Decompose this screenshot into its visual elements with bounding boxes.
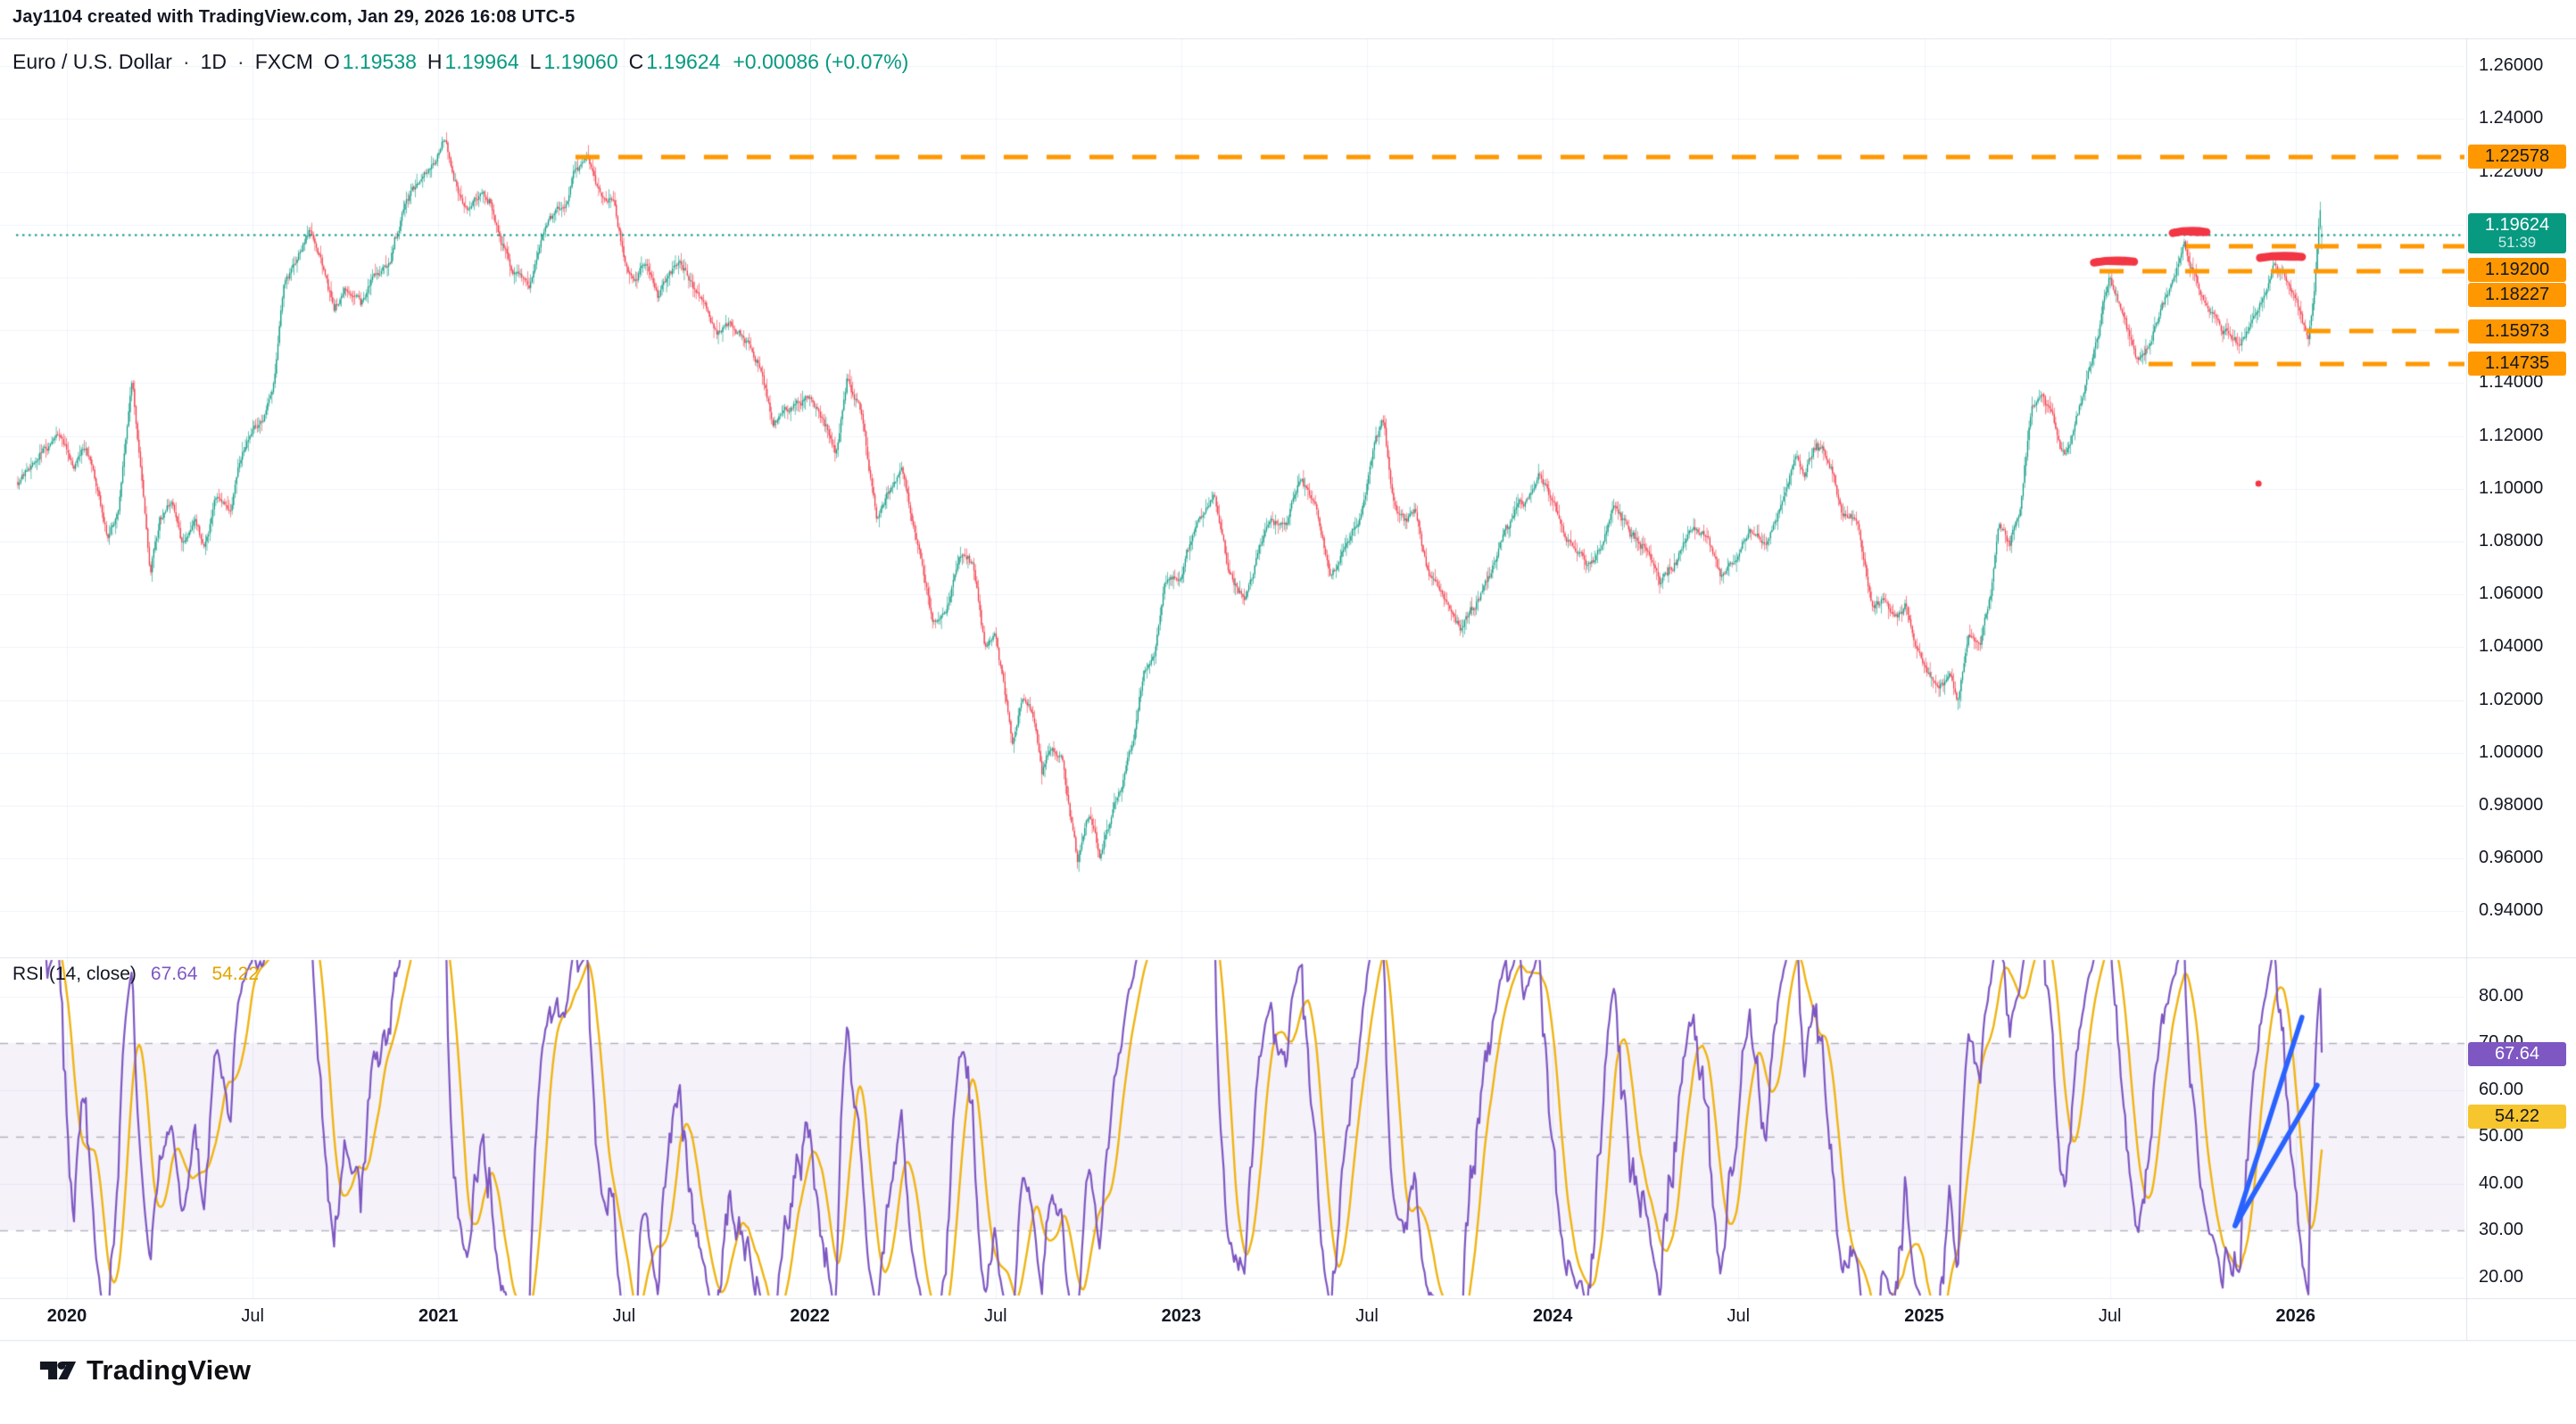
price-tick-label: 0.98000 [2479,795,2543,815]
rsi-tick-label: 20.00 [2479,1267,2523,1287]
chart-canvas[interactable] [0,0,2576,1424]
tradingview-wordmark: TradingView [87,1354,251,1387]
chart-legend: Euro / U.S. Dollar · 1D · FXCM O 1.19538… [12,50,908,74]
badge-price: 1.19200 [2468,258,2566,282]
close-letter: C [629,50,644,74]
rsi-title[interactable]: RSI (14, close) [12,964,137,985]
close-number: 1.19624 [646,50,720,74]
price-level-badge: 1.15973 [2468,319,2566,344]
time-axis-label: 2022 [790,1306,830,1327]
price-tick-label: 1.06000 [2479,584,2543,604]
low-number: 1.19060 [543,50,617,74]
low-letter: L [530,50,542,74]
price-tick-label: 1.26000 [2479,55,2543,76]
price-tick-label: 1.10000 [2479,478,2543,499]
time-axis-label: Jul [2099,1306,2122,1327]
attribution-text: Jay1104 created with TradingView.com, Ja… [12,7,576,28]
rsi-legend: RSI (14, close) 67.64 54.22 [12,964,259,985]
rsi-value-badge: 54.22 [2468,1105,2566,1129]
interval-label[interactable]: 1D [201,50,227,74]
price-level-badge: 1.19200 [2468,258,2566,282]
price-tick-label: 1.04000 [2479,636,2543,657]
time-axis-label: 2025 [1904,1306,1944,1327]
badge-price: 1.22578 [2468,145,2566,169]
open-letter: O [324,50,340,74]
time-axis-label: 2021 [418,1306,459,1327]
time-axis-label: Jul [241,1306,264,1327]
time-axis-label: Jul [984,1306,1007,1327]
time-axis-label: Jul [1727,1306,1751,1327]
legend-separator: · [183,50,190,74]
price-tick-label: 1.24000 [2479,108,2543,128]
rsi-tick-label: 80.00 [2479,986,2523,1006]
time-axis-label: 2024 [1533,1306,1573,1327]
price-tick-label: 1.12000 [2479,426,2543,446]
open-value: O 1.19538 [324,50,417,74]
rsi-value: 67.64 [151,964,198,985]
price-tick-label: 0.94000 [2479,900,2543,921]
tradingview-logo-icon [39,1357,77,1384]
symbol-title[interactable]: Euro / U.S. Dollar [12,50,172,74]
badge-price: 1.14735 [2468,352,2566,376]
price-tick-label: 0.96000 [2479,848,2543,868]
price-tick-label: 1.00000 [2479,742,2543,763]
price-tick-label: 1.02000 [2479,690,2543,710]
current-price-badge: 1.1962451:39 [2468,213,2566,253]
open-number: 1.19538 [343,50,417,74]
time-axis-label: 2026 [2276,1306,2316,1327]
high-number: 1.19964 [445,50,519,74]
rsi-value-badge: 67.64 [2468,1042,2566,1066]
rsi-tick-label: 40.00 [2479,1173,2523,1194]
price-level-badge: 1.22578 [2468,145,2566,169]
price-tick-label: 1.08000 [2479,531,2543,551]
price-level-badge: 1.14735 [2468,352,2566,376]
time-axis-label: Jul [613,1306,636,1327]
legend-separator: · [237,50,244,74]
rsi-tick-label: 50.00 [2479,1126,2523,1147]
time-axis-label: Jul [1355,1306,1379,1327]
change-value: +0.00086 (+0.07%) [733,50,908,74]
price-level-badge: 1.18227 [2468,283,2566,307]
tradingview-chart-screenshot: Jay1104 created with TradingView.com, Ja… [0,0,2576,1424]
tradingview-logo[interactable]: TradingView [39,1354,251,1387]
exchange-label: FXCM [255,50,313,74]
high-letter: H [427,50,443,74]
rsi-ma-value: 54.22 [211,964,259,985]
rsi-tick-label: 60.00 [2479,1080,2523,1100]
high-value: H 1.19964 [427,50,519,74]
close-value: C 1.19624 [629,50,721,74]
low-value: L 1.19060 [530,50,618,74]
time-axis-label: 2023 [1162,1306,1202,1327]
rsi-tick-label: 30.00 [2479,1220,2523,1240]
time-axis-label: 2020 [47,1306,87,1327]
badge-price: 1.15973 [2468,319,2566,344]
badge-price: 1.18227 [2468,283,2566,307]
bar-countdown: 51:39 [2468,235,2566,253]
